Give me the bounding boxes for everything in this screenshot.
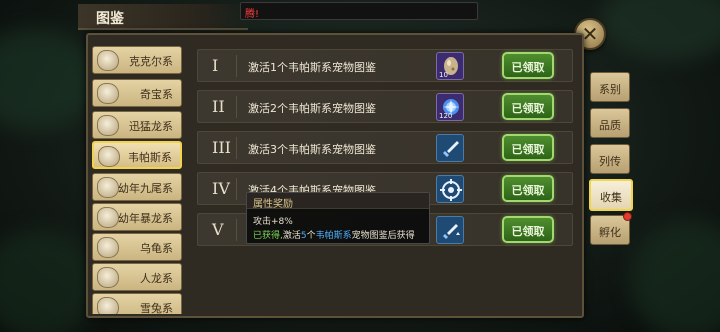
claimed-label: 已领取 <box>511 184 545 197</box>
pet-avatar-icon <box>97 237 119 258</box>
category-label: 韦帕斯系 <box>128 151 172 164</box>
tab-fuhua[interactable]: 孵化 <box>590 212 632 245</box>
tab-shouji[interactable]: 收集 <box>589 179 633 211</box>
milestone-numeral: I <box>212 56 219 75</box>
pet-avatar-icon <box>97 115 119 136</box>
tab-xibie[interactable]: 系别 <box>590 72 630 102</box>
crosshair-icon[interactable] <box>436 175 464 203</box>
row-divider <box>236 96 237 118</box>
milestone-numeral: II <box>212 97 225 116</box>
pet-avatar-icon <box>97 267 119 288</box>
tab-label: 系别 <box>599 83 621 96</box>
title-bar: 图鉴 <box>78 4 248 30</box>
bg-foliage-left <box>0 30 100 130</box>
row-divider <box>236 55 237 77</box>
category-label: 迅猛龙系 <box>129 120 173 133</box>
tab-liezhuan[interactable]: 列传 <box>590 144 630 174</box>
category-label: 乌龟系 <box>140 242 173 255</box>
tooltip-desc-after: 宠物图鉴后获得 <box>351 231 415 241</box>
milestone-text: 激活2个韦帕斯系宠物图鉴 <box>248 102 376 115</box>
reward-count: 120 <box>439 112 453 120</box>
category-item-weipasi[interactable]: 韦帕斯系 <box>92 141 182 169</box>
egg-icon[interactable]: 10 <box>436 52 464 80</box>
tooltip-description: 已获得,激活5个韦帕斯系宠物图鉴后获得 <box>253 228 415 241</box>
notice-bar: 腾! <box>240 2 478 20</box>
category-label: 幼年暴龙系 <box>118 212 173 225</box>
row-divider <box>236 178 237 200</box>
claimed-button[interactable]: 已领取 <box>502 52 554 79</box>
category-label: 奇宝系 <box>140 88 173 101</box>
category-item-jiuwei[interactable]: 幼年九尾系 <box>92 173 182 201</box>
category-list[interactable]: 克克尔系 奇宝系 迅猛龙系 韦帕斯系 幼年九尾系 幼年暴龙系 乌龟系 人龙系 雪… <box>92 42 186 314</box>
category-label: 雪兔系 <box>140 302 173 314</box>
claimed-label: 已领取 <box>511 225 545 238</box>
tooltip-desc-middle: 个 <box>306 231 316 241</box>
milestone-numeral: V <box>212 220 224 239</box>
tooltip-status: 已获得, <box>253 231 283 241</box>
tooltip-header: 属性奖励 <box>247 193 429 210</box>
category-item-wugui[interactable]: 乌龟系 <box>92 233 182 261</box>
tooltip-stat: 攻击+8% <box>253 217 293 227</box>
claimed-button[interactable]: 已领取 <box>502 216 554 243</box>
category-label: 克克尔系 <box>129 55 173 68</box>
reward-count: 10 <box>439 71 448 79</box>
bg-foliage-bottom-left <box>0 230 100 332</box>
claimed-label: 已领取 <box>511 143 545 156</box>
bg-foliage-top-right <box>600 0 720 60</box>
milestone-text: 激活3个韦帕斯系宠物图鉴 <box>248 143 376 156</box>
attribute-reward-tooltip: 属性奖励 攻击+8% 已获得,激活5个韦帕斯系宠物图鉴后获得 <box>246 192 430 244</box>
claimed-label: 已领取 <box>511 61 545 74</box>
pet-avatar-icon <box>97 207 119 228</box>
tab-label: 孵化 <box>599 226 621 239</box>
tab-label: 列传 <box>599 155 621 168</box>
milestone-row: I 激活1个韦帕斯系宠物图鉴 10 已领取 <box>197 49 573 82</box>
category-item-qibao[interactable]: 奇宝系 <box>92 79 182 107</box>
milestone-row: II 激活2个韦帕斯系宠物图鉴 120 已领取 <box>197 90 573 123</box>
category-item-renlong[interactable]: 人龙系 <box>92 263 182 291</box>
pet-avatar-icon <box>98 146 120 167</box>
notice-text: 腾! <box>245 9 260 20</box>
row-divider <box>236 219 237 241</box>
milestone-numeral: III <box>212 138 231 157</box>
category-label: 幼年九尾系 <box>118 182 173 195</box>
claimed-button[interactable]: 已领取 <box>502 93 554 120</box>
sword-icon[interactable] <box>436 134 464 162</box>
crystal-orb-icon[interactable]: 120 <box>436 93 464 121</box>
bg-foliage-bottom-right <box>630 220 720 332</box>
milestone-text: 激活1个韦帕斯系宠物图鉴 <box>248 61 376 74</box>
category-item-xuetu[interactable]: 雪兔系 <box>92 293 182 314</box>
category-item-baolong[interactable]: 幼年暴龙系 <box>92 203 182 231</box>
category-label: 人龙系 <box>140 272 173 285</box>
sword-boost-icon[interactable] <box>436 216 464 244</box>
tooltip-desc-before: 激活 <box>282 231 301 241</box>
tab-label: 收集 <box>600 191 622 204</box>
pet-avatar-icon <box>97 83 119 104</box>
category-item-xunmenglong[interactable]: 迅猛龙系 <box>92 111 182 139</box>
category-item-kekeer[interactable]: 克克尔系 <box>92 46 182 74</box>
notification-dot <box>623 212 632 221</box>
milestone-row: III 激活3个韦帕斯系宠物图鉴 已领取 <box>197 131 573 164</box>
claimed-button[interactable]: 已领取 <box>502 175 554 202</box>
page-title: 图鉴 <box>96 11 124 27</box>
tooltip-title: 属性奖励 <box>253 199 293 210</box>
tab-label: 品质 <box>599 119 621 132</box>
pet-avatar-icon <box>97 177 119 198</box>
pet-avatar-icon <box>97 50 119 71</box>
row-divider <box>236 137 237 159</box>
pet-avatar-icon <box>97 297 119 314</box>
tab-pinzhi[interactable]: 品质 <box>590 108 630 138</box>
claimed-button[interactable]: 已领取 <box>502 134 554 161</box>
milestone-numeral: IV <box>212 179 230 198</box>
claimed-label: 已领取 <box>511 102 545 115</box>
tooltip-desc-series: 韦帕斯系 <box>315 231 352 241</box>
